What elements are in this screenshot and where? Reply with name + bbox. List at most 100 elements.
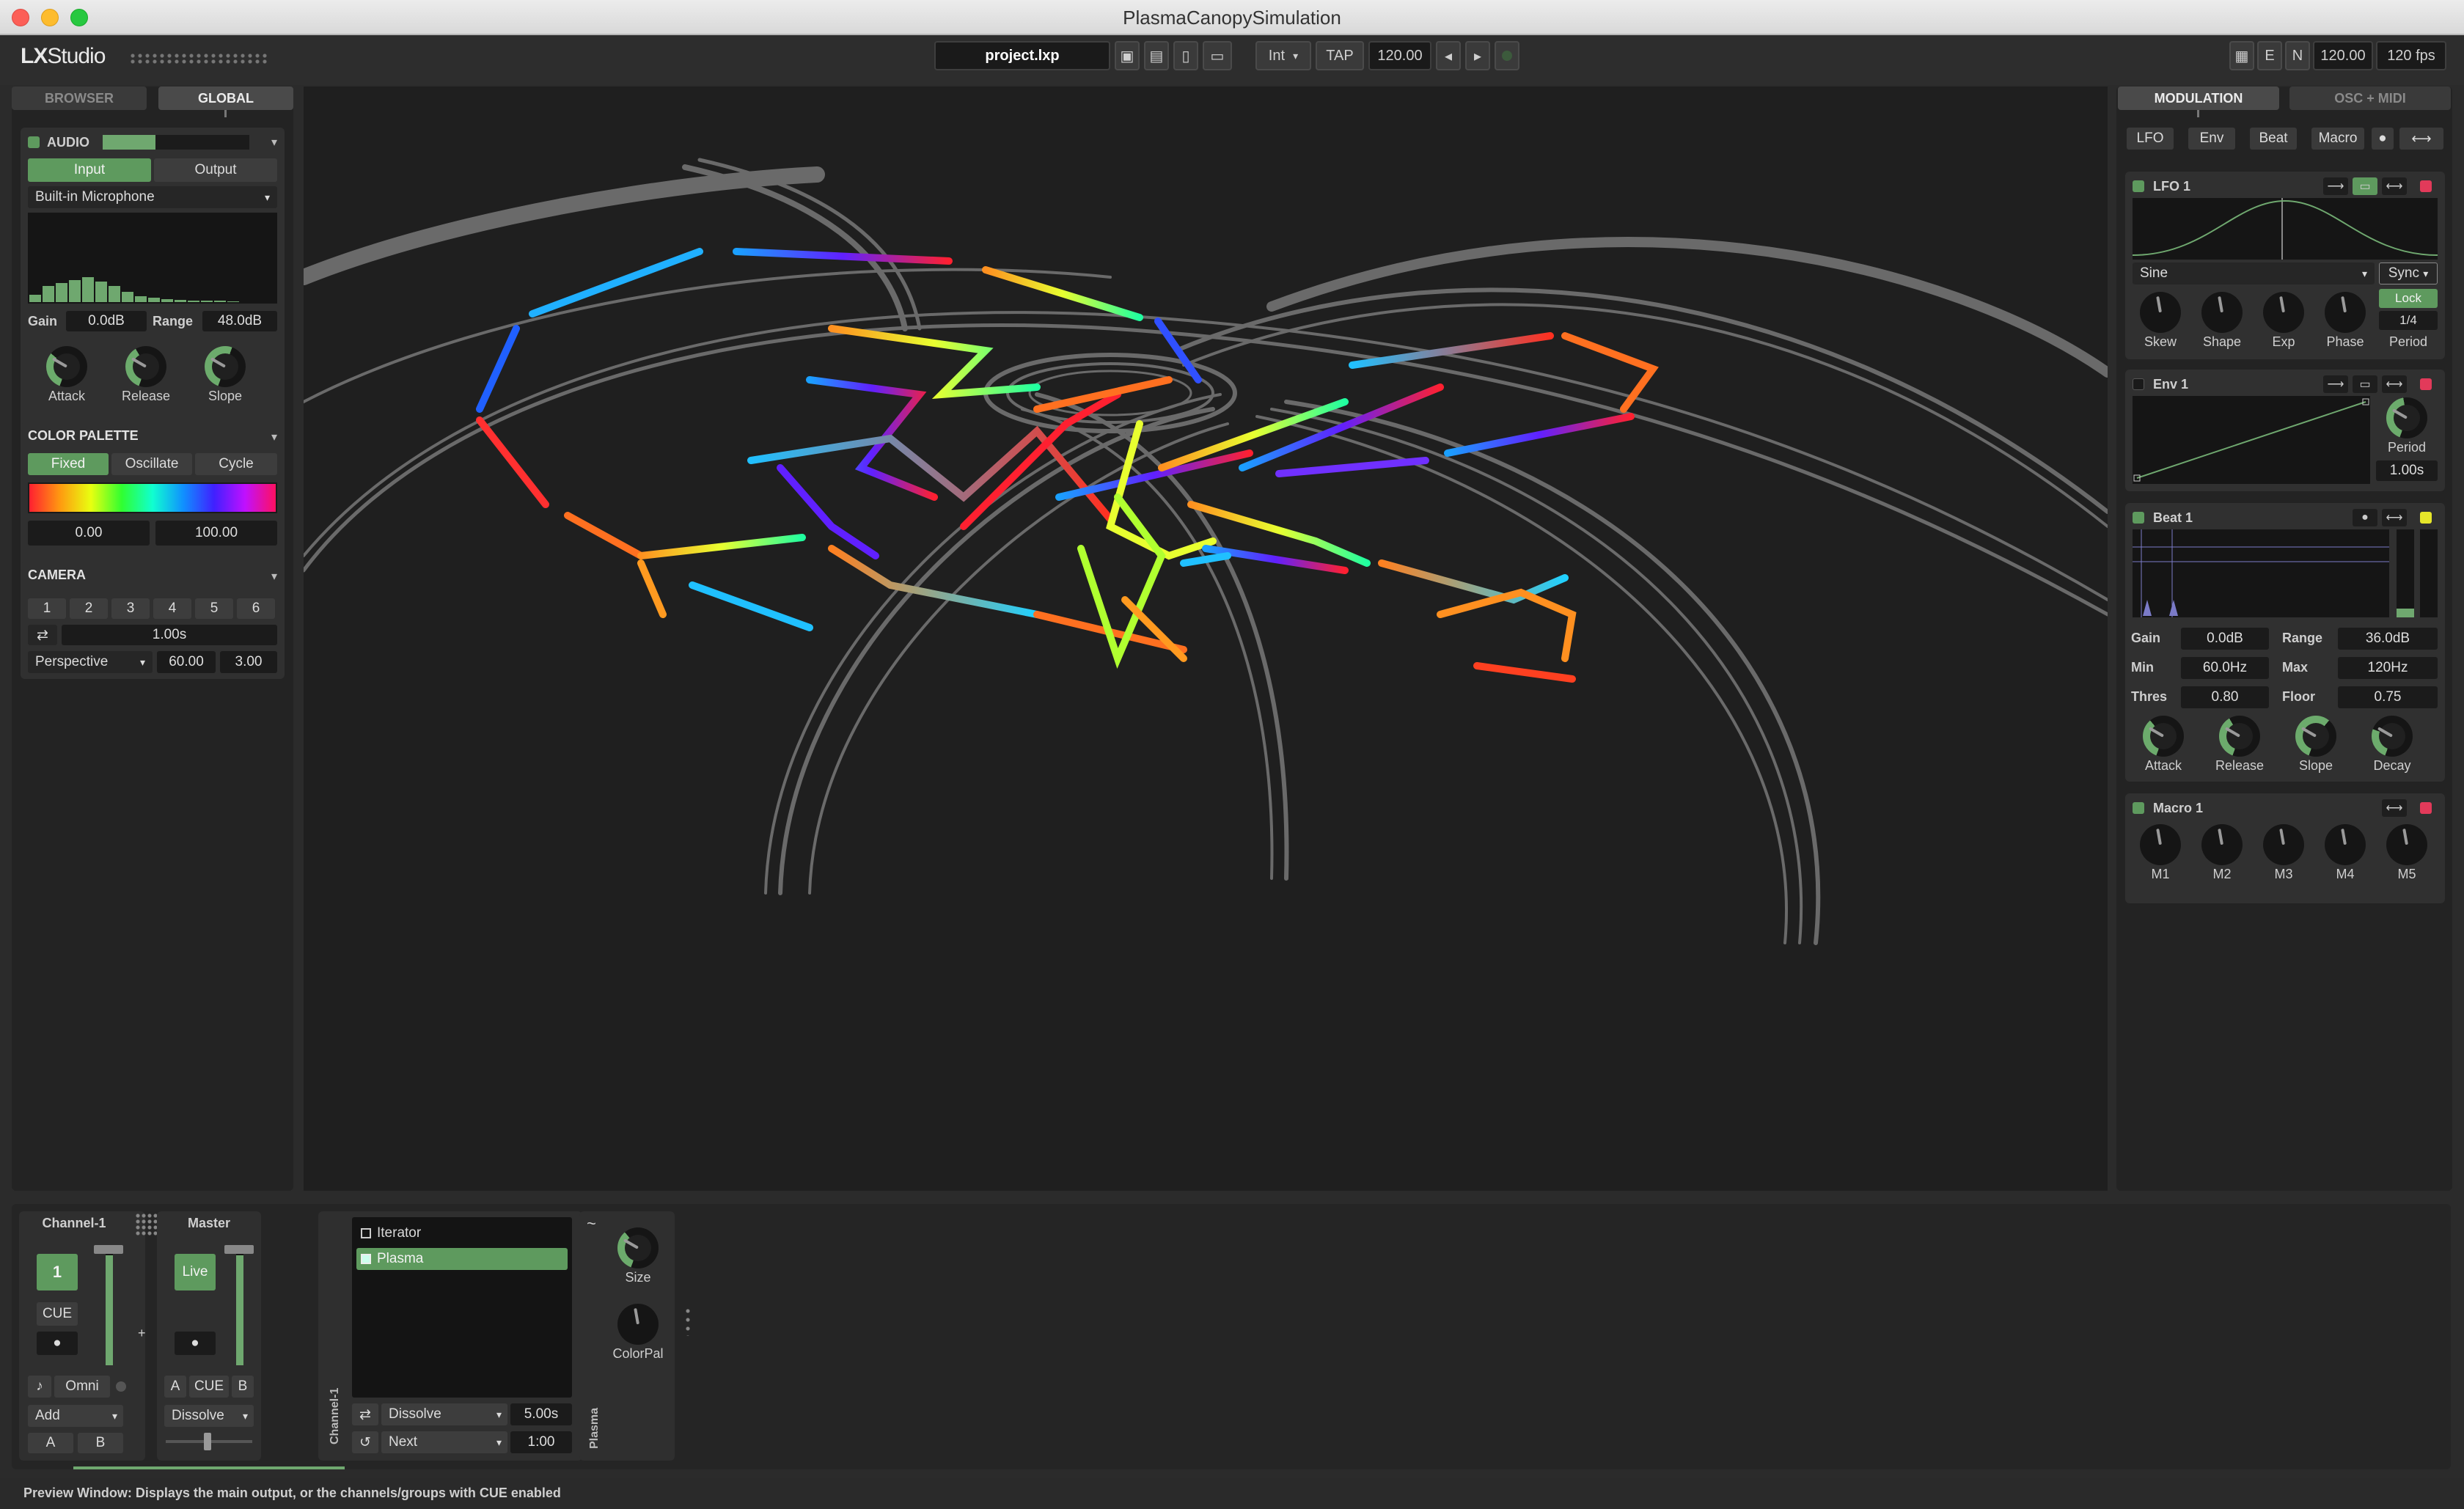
- macro-knob-3[interactable]: [2263, 824, 2304, 865]
- channel-b-button[interactable]: B: [78, 1433, 123, 1453]
- crossfader-blend-select[interactable]: Dissolve ▾: [164, 1405, 254, 1427]
- macro-map-icon[interactable]: ⟷: [2382, 799, 2407, 817]
- add-trigger-icon[interactable]: ●: [2372, 128, 2394, 150]
- crossfader-handle[interactable]: [204, 1433, 211, 1450]
- audio-output-button[interactable]: Output: [154, 158, 277, 182]
- camera-fov-field[interactable]: 60.00: [157, 651, 216, 673]
- channel-cue-button[interactable]: CUE: [37, 1302, 78, 1326]
- project-name-field[interactable]: project.lxp: [934, 41, 1110, 70]
- transition-time-field[interactable]: 5.00s: [510, 1403, 572, 1425]
- lfo-trigger-icon[interactable]: ⟶: [2323, 177, 2348, 195]
- tab-osc-midi[interactable]: OSC + MIDI: [2289, 87, 2451, 110]
- camera-preset-3[interactable]: 3: [111, 598, 150, 619]
- beat-enable-toggle[interactable]: [2133, 512, 2144, 524]
- audio-enable-toggle[interactable]: [28, 136, 40, 148]
- audio-device-select[interactable]: Built-in Microphone ▾: [28, 186, 277, 208]
- add-channel-icon[interactable]: +: [138, 1326, 146, 1341]
- size-knob[interactable]: [617, 1227, 659, 1268]
- lfo-delete-icon[interactable]: [2420, 180, 2432, 192]
- lfo-shape-knob[interactable]: [2201, 292, 2243, 333]
- collapse-audio-icon[interactable]: ▾: [271, 135, 277, 150]
- pattern-item-plasma[interactable]: Plasma: [356, 1248, 568, 1270]
- master-arm-button[interactable]: ●: [175, 1332, 216, 1355]
- bpm-down-button[interactable]: ◂: [1436, 41, 1461, 70]
- audio-input-button[interactable]: Input: [28, 158, 151, 182]
- e-button[interactable]: E: [2257, 41, 2282, 70]
- add-env-button[interactable]: Env: [2188, 128, 2235, 150]
- drag-handle-icon[interactable]: [685, 1307, 691, 1336]
- env-enable-toggle[interactable]: [2133, 378, 2144, 390]
- add-lfo-button[interactable]: LFO: [2127, 128, 2174, 150]
- beat-row-field[interactable]: 60.0Hz: [2181, 657, 2269, 679]
- palette-fixed-button[interactable]: Fixed: [28, 453, 109, 475]
- autocycle-icon[interactable]: ↺: [352, 1431, 378, 1453]
- bpm-field[interactable]: 120.00: [1368, 41, 1431, 70]
- beat-decay-knob[interactable]: [2372, 716, 2413, 757]
- env-period-field[interactable]: 1.00s: [2376, 460, 2438, 481]
- playlist-time-field[interactable]: 1:00: [510, 1431, 572, 1453]
- master-fader[interactable]: [236, 1248, 243, 1365]
- lfo-sync-select[interactable]: Sync ▾: [2379, 262, 2438, 284]
- lfo-wave-select[interactable]: Sine ▾: [2133, 262, 2375, 284]
- channel-fader-handle[interactable]: [94, 1245, 123, 1254]
- macro-knob-1[interactable]: [2140, 824, 2181, 865]
- channel-a-button[interactable]: A: [28, 1433, 73, 1453]
- gain-field[interactable]: 0.0dB: [66, 311, 147, 331]
- channel-arm-button[interactable]: ●: [37, 1332, 78, 1355]
- master-b-button[interactable]: B: [232, 1376, 254, 1398]
- camera-preset-4[interactable]: 4: [153, 598, 191, 619]
- env-trigger-icon[interactable]: ⟶: [2323, 375, 2348, 393]
- lfo-fraction-field[interactable]: 1/4: [2379, 311, 2438, 330]
- camera-duration-field[interactable]: 1.00s: [62, 625, 277, 645]
- camera-swap-icon[interactable]: ⇄: [28, 625, 57, 645]
- camera-preset-6[interactable]: 6: [237, 598, 275, 619]
- music-note-icon[interactable]: ♪: [28, 1376, 51, 1398]
- master-a-button[interactable]: A: [164, 1376, 186, 1398]
- preview-viewport[interactable]: [304, 87, 2108, 1191]
- env-loop-icon[interactable]: ▭: [2353, 375, 2377, 393]
- camera-preset-2[interactable]: 2: [70, 598, 108, 619]
- save-as-icon[interactable]: ▤: [1144, 41, 1169, 70]
- transition-select[interactable]: Dissolve ▾: [381, 1403, 507, 1425]
- lfo-skew-knob[interactable]: [2140, 292, 2181, 333]
- camera-projection-select[interactable]: Perspective ▾: [28, 651, 153, 673]
- keyboard-icon[interactable]: ▦: [2229, 41, 2254, 70]
- grid-menu-icon[interactable]: [135, 1213, 158, 1236]
- macro-knob-5[interactable]: [2386, 824, 2427, 865]
- lfo-lock-toggle[interactable]: Lock: [2379, 289, 2438, 308]
- channel-enable-button[interactable]: 1: [37, 1254, 78, 1290]
- clock-mode-select[interactable]: Int ▾: [1255, 41, 1311, 70]
- beat-attack-knob[interactable]: [2143, 716, 2184, 757]
- transition-enable-icon[interactable]: ⇄: [352, 1403, 378, 1425]
- bpm-up-button[interactable]: ▸: [1465, 41, 1490, 70]
- save-icon[interactable]: ▣: [1115, 41, 1140, 70]
- master-live-button[interactable]: Live: [175, 1254, 216, 1290]
- fps-field[interactable]: 120 fps: [2376, 41, 2446, 70]
- env-period-knob[interactable]: [2386, 397, 2427, 438]
- beat-row-field[interactable]: 0.75: [2338, 686, 2438, 708]
- release-knob[interactable]: [125, 346, 166, 387]
- palette-gradient-bar[interactable]: [28, 482, 277, 513]
- pattern-item-iterator[interactable]: Iterator: [356, 1223, 568, 1244]
- macro-delete-icon[interactable]: [2420, 802, 2432, 814]
- beat-map-icon[interactable]: ⟷: [2382, 509, 2407, 526]
- camera-preset-1[interactable]: 1: [28, 598, 66, 619]
- lfo-enable-toggle[interactable]: [2133, 180, 2144, 192]
- add-beat-button[interactable]: Beat: [2250, 128, 2297, 150]
- beat-slope-knob[interactable]: [2295, 716, 2336, 757]
- attack-knob[interactable]: [46, 346, 87, 387]
- range-field[interactable]: 48.0dB: [202, 311, 277, 331]
- beat-row-field[interactable]: 0.80: [2181, 686, 2269, 708]
- lfo-exp-knob[interactable]: [2263, 292, 2304, 333]
- master-cue-button[interactable]: CUE: [189, 1376, 229, 1398]
- beat-release-knob[interactable]: [2219, 716, 2260, 757]
- master-fader-handle[interactable]: [224, 1245, 254, 1254]
- tab-browser[interactable]: BROWSER: [12, 87, 147, 110]
- colorpal-knob[interactable]: [617, 1304, 659, 1345]
- add-macro-button[interactable]: Macro: [2311, 128, 2364, 150]
- new-project-icon[interactable]: ▯: [1173, 41, 1198, 70]
- collapse-palette-icon[interactable]: ▾: [271, 430, 277, 444]
- camera-depth-field[interactable]: 3.00: [220, 651, 277, 673]
- macro-knob-4[interactable]: [2325, 824, 2366, 865]
- palette-oscillate-button[interactable]: Oscillate: [111, 453, 192, 475]
